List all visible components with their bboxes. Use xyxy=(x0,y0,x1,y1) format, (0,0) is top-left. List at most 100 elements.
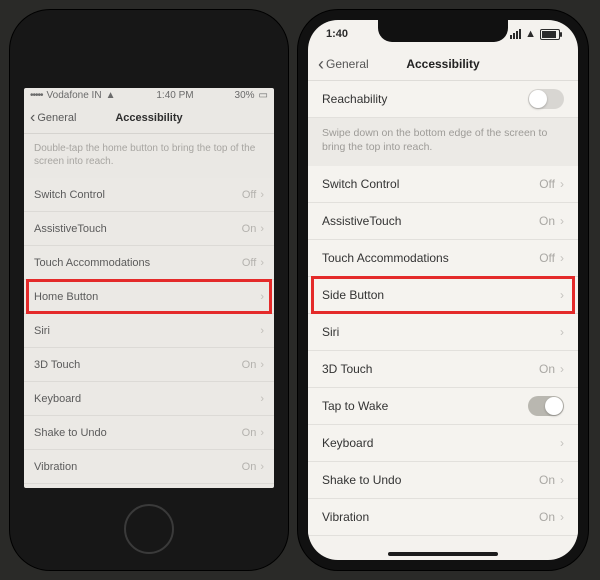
row-label: Keyboard xyxy=(322,436,373,450)
row-label: Shake to Undo xyxy=(322,473,401,487)
signal-icon xyxy=(510,29,521,39)
nav-bar: ‹ General Accessibility xyxy=(308,48,578,81)
chevron-right-icon: › xyxy=(260,359,264,371)
iphone-x-device: 1:40 ▲ ‹ General Accessibility Reachabil… xyxy=(298,10,588,570)
battery-percent: 30% xyxy=(235,90,255,101)
row-label: Touch Accommodations xyxy=(34,257,150,269)
reachability-toggle[interactable] xyxy=(528,89,564,109)
row-value: On xyxy=(242,461,257,473)
row-label: Vibration xyxy=(34,461,77,473)
nav-bar: ‹ General Accessibility xyxy=(24,103,274,134)
row-3d-touch[interactable]: 3D Touch On › xyxy=(308,351,578,388)
row-label: 3D Touch xyxy=(34,359,80,371)
chevron-right-icon: › xyxy=(560,436,564,450)
row-siri[interactable]: Siri › xyxy=(308,314,578,351)
battery-icon: ▭ xyxy=(259,90,268,101)
row-label: Keyboard xyxy=(34,393,81,405)
row-touch-accommodations[interactable]: Touch Accommodations Off › xyxy=(308,240,578,277)
row-label: Home Button xyxy=(34,291,98,303)
row-home-button[interactable]: Home Button › xyxy=(24,280,274,314)
row-value: Off xyxy=(539,177,555,191)
row-value: Off xyxy=(242,257,256,269)
clock: 1:40 xyxy=(326,28,348,40)
chevron-right-icon: › xyxy=(560,325,564,339)
row-side-button[interactable]: Side Button › xyxy=(308,277,578,314)
row-label: Tap to Wake xyxy=(322,399,388,413)
row-switch-control[interactable]: Switch Control Off› xyxy=(24,178,274,212)
chevron-right-icon: › xyxy=(260,257,264,269)
row-assistivetouch[interactable]: AssistiveTouch On › xyxy=(308,203,578,240)
row-value: On xyxy=(539,362,555,376)
section-footer: Swipe down on the bottom edge of the scr… xyxy=(308,118,578,166)
section-footer: Double-tap the home button to bring the … xyxy=(24,134,274,178)
row-label: Touch Accommodations xyxy=(322,251,449,265)
row-keyboard[interactable]: Keyboard › xyxy=(24,382,274,416)
row-label: AssistiveTouch xyxy=(322,214,401,228)
back-button[interactable]: ‹ General xyxy=(318,54,369,75)
row-label: Siri xyxy=(322,325,339,339)
row-reachability[interactable]: Reachability xyxy=(308,81,578,118)
chevron-right-icon: › xyxy=(260,393,264,405)
chevron-right-icon: › xyxy=(260,223,264,235)
chevron-right-icon: › xyxy=(260,325,264,337)
row-value: On xyxy=(242,427,257,439)
row-vibration[interactable]: Vibration On › xyxy=(308,499,578,536)
back-label: General xyxy=(37,112,76,124)
screen-left: ••••• Vodafone IN ▲ 1:40 PM 30% ▭ ‹ Gene… xyxy=(24,88,274,488)
home-button-hardware[interactable] xyxy=(124,504,174,554)
chevron-right-icon: › xyxy=(560,362,564,376)
row-keyboard[interactable]: Keyboard › xyxy=(308,425,578,462)
row-value: On xyxy=(539,473,555,487)
chevron-left-icon: ‹ xyxy=(30,109,35,127)
chevron-right-icon: › xyxy=(560,251,564,265)
row-label: Side Button xyxy=(322,288,384,302)
row-tap-to-wake[interactable]: Tap to Wake xyxy=(308,388,578,425)
row-touch-accommodations[interactable]: Touch Accommodations Off › xyxy=(24,246,274,280)
status-bar: ••••• Vodafone IN ▲ 1:40 PM 30% ▭ xyxy=(24,88,274,103)
wifi-icon: ▲ xyxy=(106,90,116,101)
row-value: Off xyxy=(539,251,555,265)
chevron-right-icon: › xyxy=(560,473,564,487)
chevron-right-icon: › xyxy=(560,177,564,191)
row-value: On xyxy=(539,214,555,228)
bezel xyxy=(10,10,288,88)
iphone-homebutton-device: ••••• Vodafone IN ▲ 1:40 PM 30% ▭ ‹ Gene… xyxy=(10,10,288,570)
chevron-right-icon: › xyxy=(560,214,564,228)
row-vibration[interactable]: Vibration On› xyxy=(24,450,274,484)
row-assistivetouch[interactable]: AssistiveTouch On› xyxy=(24,212,274,246)
row-siri[interactable]: Siri › xyxy=(24,314,274,348)
carrier-label: Vodafone IN xyxy=(47,90,102,101)
back-button[interactable]: ‹ General xyxy=(30,109,76,127)
page-title: Accessibility xyxy=(115,112,182,124)
row-value: On xyxy=(242,359,257,371)
chevron-right-icon: › xyxy=(560,288,564,302)
row-label: Switch Control xyxy=(322,177,399,191)
row-switch-control[interactable]: Switch Control Off › xyxy=(308,166,578,203)
screen-right: 1:40 ▲ ‹ General Accessibility Reachabil… xyxy=(308,20,578,560)
wifi-icon: ▲ xyxy=(525,28,536,40)
signal-icon: ••••• xyxy=(30,90,43,101)
row-label: 3D Touch xyxy=(322,362,372,376)
chevron-right-icon: › xyxy=(560,510,564,524)
row-3d-touch[interactable]: 3D Touch On› xyxy=(24,348,274,382)
chevron-right-icon: › xyxy=(260,461,264,473)
row-value: On xyxy=(539,510,555,524)
row-value: Off xyxy=(242,189,256,201)
row-shake-to-undo[interactable]: Shake to Undo On › xyxy=(308,462,578,499)
row-label: Switch Control xyxy=(34,189,105,201)
row-shake-to-undo[interactable]: Shake to Undo On› xyxy=(24,416,274,450)
chevron-left-icon: ‹ xyxy=(318,54,324,75)
row-label: Reachability xyxy=(322,92,387,106)
clock: 1:40 PM xyxy=(156,90,193,101)
home-indicator[interactable] xyxy=(388,552,498,556)
notch xyxy=(378,20,508,42)
row-label: Shake to Undo xyxy=(34,427,107,439)
page-title: Accessibility xyxy=(406,57,479,71)
battery-icon xyxy=(540,29,560,40)
chevron-right-icon: › xyxy=(260,291,264,303)
chevron-right-icon: › xyxy=(260,427,264,439)
back-label: General xyxy=(326,57,369,71)
row-label: Vibration xyxy=(322,510,369,524)
row-value: On xyxy=(242,223,257,235)
tap-to-wake-toggle[interactable] xyxy=(528,396,564,416)
